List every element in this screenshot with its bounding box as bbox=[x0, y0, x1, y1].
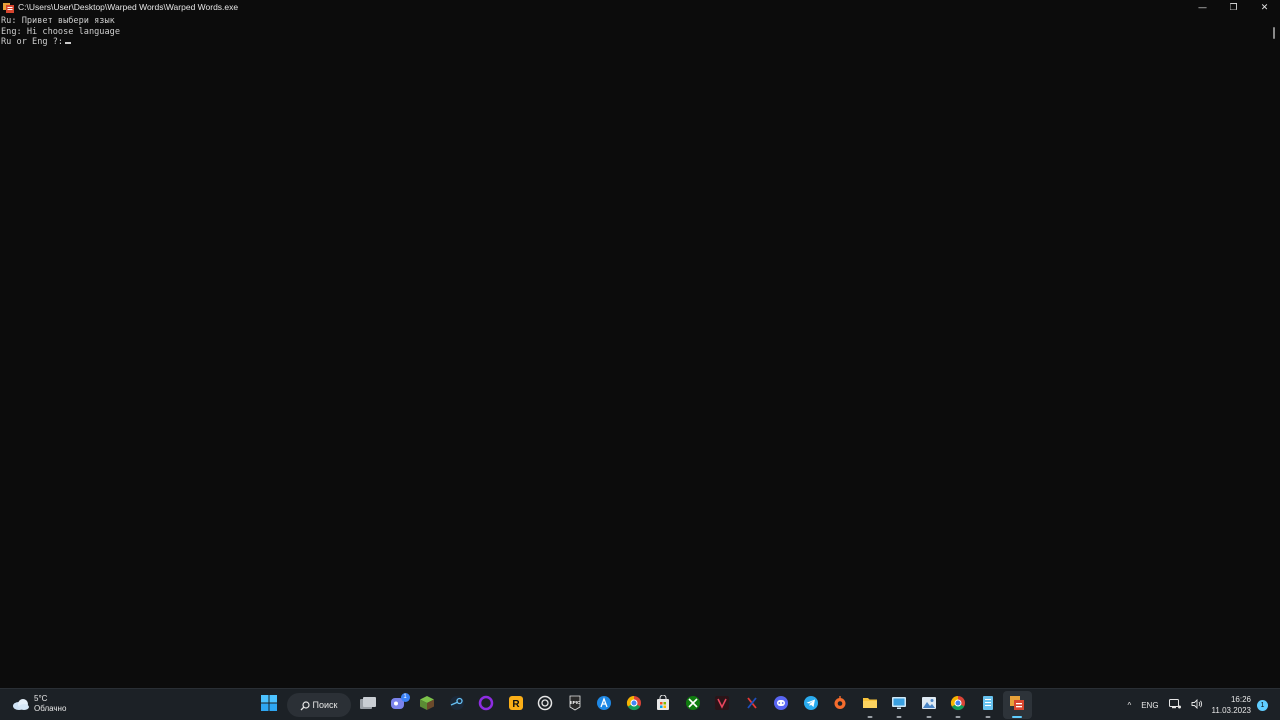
weather-widget[interactable]: 5°C Облачно bbox=[12, 694, 66, 714]
minimize-button[interactable]: — bbox=[1187, 0, 1218, 15]
app-store-icon bbox=[596, 695, 612, 715]
running-indicator bbox=[955, 716, 961, 718]
ubisoft-button[interactable] bbox=[531, 691, 561, 719]
active-indicator bbox=[1012, 716, 1023, 718]
svg-text:EPIC: EPIC bbox=[569, 700, 580, 705]
minecraft-button[interactable] bbox=[413, 691, 443, 719]
notepad-icon bbox=[980, 695, 996, 715]
v-icon bbox=[714, 695, 730, 715]
weather-condition: Облачно bbox=[34, 704, 67, 713]
window-title: C:\Users\User\Desktop\Warped Words\Warpe… bbox=[18, 2, 239, 12]
text-cursor bbox=[65, 42, 72, 45]
x-icon bbox=[744, 695, 760, 715]
notepad-button[interactable] bbox=[973, 691, 1003, 719]
chrome-button[interactable] bbox=[619, 691, 649, 719]
console-line-eng: Eng: Hi choose language bbox=[1, 26, 120, 37]
telegram-button[interactable] bbox=[796, 691, 826, 719]
search-label: Поиск bbox=[312, 700, 338, 710]
steam-icon bbox=[449, 695, 465, 715]
running-indicator bbox=[985, 716, 991, 718]
epic-icon: EPIC bbox=[567, 695, 583, 715]
warped-words-button[interactable] bbox=[1002, 691, 1032, 719]
console-line-ru: Ru: Привет выбери язык bbox=[1, 16, 115, 26]
xbox-icon bbox=[685, 695, 701, 715]
x-app-button[interactable] bbox=[737, 691, 767, 719]
monitor-icon bbox=[891, 695, 907, 715]
language-indicator[interactable]: ENG bbox=[1141, 701, 1158, 710]
folder-icon bbox=[862, 695, 878, 715]
running-indicator bbox=[896, 716, 902, 718]
launcher-button[interactable] bbox=[472, 691, 502, 719]
show-hidden-icons-button[interactable]: ^ bbox=[1127, 701, 1131, 710]
origin-button[interactable] bbox=[826, 691, 856, 719]
weather-temperature: 5°C bbox=[34, 694, 48, 703]
clock-date: 11.03.2023 bbox=[1211, 706, 1251, 715]
start-button[interactable] bbox=[254, 691, 284, 719]
console-title-bar[interactable]: C:\Users\User\Desktop\Warped Words\Warpe… bbox=[0, 0, 1280, 15]
running-indicator bbox=[926, 716, 932, 718]
chrome-icon bbox=[626, 695, 642, 715]
scrollbar-thumb[interactable] bbox=[1273, 27, 1275, 39]
chrome-window-button[interactable] bbox=[944, 691, 974, 719]
close-button[interactable]: ✕ bbox=[1249, 0, 1280, 15]
running-indicator bbox=[867, 716, 873, 718]
discord-button[interactable] bbox=[767, 691, 797, 719]
rockstar-icon: R bbox=[508, 695, 524, 715]
console-app-icon bbox=[3, 2, 14, 13]
origin-icon bbox=[832, 695, 848, 715]
chat-button[interactable]: 1 bbox=[383, 691, 413, 719]
volume-icon[interactable] bbox=[1191, 698, 1203, 711]
cloud-icon bbox=[12, 695, 30, 714]
file-explorer-button[interactable] bbox=[855, 691, 885, 719]
ring-icon bbox=[478, 695, 494, 715]
remote-desktop-button[interactable] bbox=[885, 691, 915, 719]
ubisoft-icon bbox=[537, 695, 553, 715]
console-prompt-line[interactable]: Ru or Eng ?: bbox=[1, 37, 1270, 48]
maximize-button[interactable]: ❐ bbox=[1218, 0, 1249, 15]
discord-icon bbox=[773, 695, 789, 715]
task-view-button[interactable] bbox=[354, 691, 384, 719]
taskbar: 5°C Облачно Поиск 1 R EPIC ^ ENG 16:26 1… bbox=[0, 688, 1280, 720]
store-icon bbox=[655, 694, 671, 715]
photos-icon bbox=[921, 695, 937, 715]
taskbar-apps: Поиск 1 R EPIC bbox=[254, 691, 1032, 719]
taskbar-search[interactable]: Поиск bbox=[286, 693, 351, 717]
ms-store-button[interactable] bbox=[649, 691, 679, 719]
app-icon bbox=[1009, 695, 1025, 715]
chrome-icon bbox=[950, 695, 966, 715]
svg-text:R: R bbox=[512, 699, 520, 710]
windows-icon bbox=[260, 695, 277, 715]
app-store-button[interactable] bbox=[590, 691, 620, 719]
window-controls: — ❐ ✕ bbox=[1187, 0, 1280, 15]
search-icon bbox=[300, 696, 310, 715]
epic-button[interactable]: EPIC bbox=[560, 691, 590, 719]
cube-icon bbox=[419, 695, 435, 715]
steam-button[interactable] bbox=[442, 691, 472, 719]
task-view-icon bbox=[360, 696, 377, 715]
v-app-button[interactable] bbox=[708, 691, 738, 719]
clock[interactable]: 16:26 11.03.2023 bbox=[1212, 694, 1251, 716]
console-output[interactable]: Ru: Привет выбери язык Eng: Hi choose la… bbox=[0, 15, 1270, 688]
system-tray: ^ ENG 16:26 11.03.2023 1 bbox=[1122, 689, 1280, 720]
clock-time: 16:26 bbox=[1230, 695, 1251, 704]
telegram-icon bbox=[803, 695, 819, 715]
xbox-button[interactable] bbox=[678, 691, 708, 719]
chat-badge: 1 bbox=[400, 693, 410, 702]
console-scrollbar[interactable] bbox=[1270, 15, 1280, 688]
console-prompt: Ru or Eng ?: bbox=[1, 37, 64, 48]
notification-badge[interactable]: 1 bbox=[1257, 699, 1268, 711]
network-icon[interactable] bbox=[1168, 699, 1181, 711]
rockstar-button[interactable]: R bbox=[501, 691, 531, 719]
photos-button[interactable] bbox=[914, 691, 944, 719]
